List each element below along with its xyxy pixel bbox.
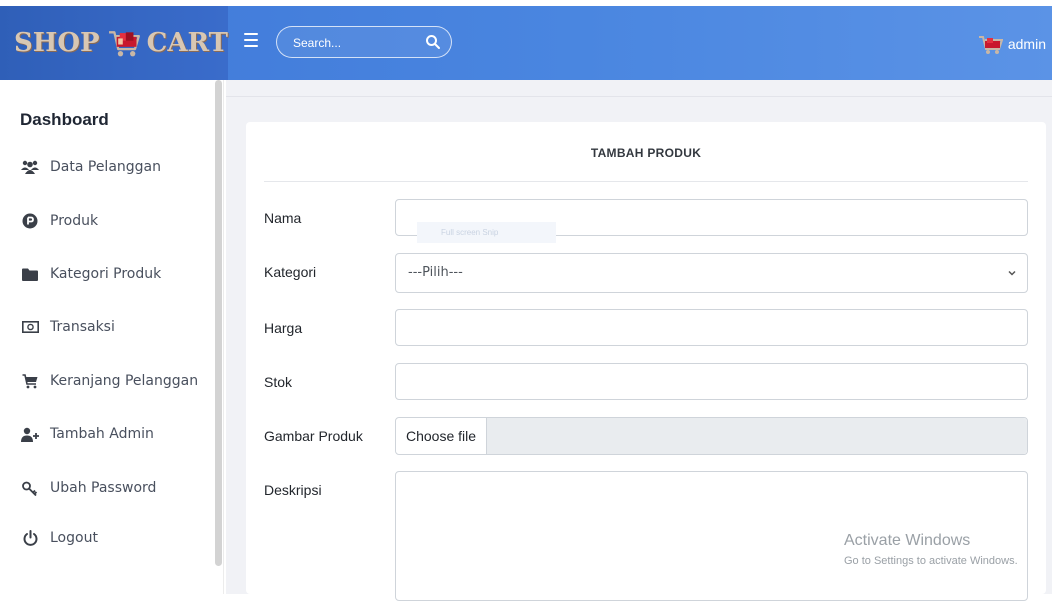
- power-icon: [20, 529, 40, 547]
- sidebar-item-label: Ubah Password: [50, 480, 157, 496]
- menu-toggle-icon[interactable]: [244, 33, 258, 47]
- search-input[interactable]: [293, 33, 403, 53]
- sidebar-item-logout[interactable]: Logout: [20, 526, 98, 550]
- sidebar-item-produk[interactable]: Produk: [20, 209, 98, 233]
- file-name-display: [487, 418, 1027, 454]
- sidebar-item-kategori-produk[interactable]: Kategori Produk: [20, 262, 161, 286]
- kategori-select[interactable]: ---Pilih---: [395, 253, 1028, 293]
- brand-text-right: CART: [146, 28, 228, 58]
- harga-input[interactable]: [395, 309, 1028, 346]
- activate-windows-title: Activate Windows: [844, 532, 971, 549]
- form-title-divider: [264, 181, 1028, 182]
- sidebar-item-label: Transaksi: [50, 319, 115, 335]
- sidebar-item-tambah-admin[interactable]: Tambah Admin: [20, 422, 154, 446]
- folder-icon: [20, 265, 40, 283]
- sidebar-item-data-pelanggan[interactable]: Data Pelanggan: [20, 155, 161, 179]
- sidebar-item-transaksi[interactable]: Transaksi: [20, 315, 115, 339]
- top-navbar: SHOP CART admin: [0, 6, 1052, 80]
- user-menu[interactable]: admin: [977, 32, 1046, 56]
- cart-icon: [20, 372, 40, 390]
- stok-input[interactable]: [395, 363, 1028, 400]
- choose-file-button[interactable]: Choose file: [396, 418, 487, 454]
- key-icon: [20, 479, 40, 497]
- label-stok: Stok: [264, 374, 293, 390]
- sidebar-title: Dashboard: [20, 110, 109, 129]
- chevron-down-icon: [1008, 270, 1016, 276]
- fullscreen-snip-hint: Full screen Snip: [417, 222, 556, 243]
- search-icon[interactable]: [425, 34, 441, 50]
- form-title: TAMBAH PRODUK: [590, 146, 702, 160]
- money-icon: [20, 318, 40, 336]
- brand-logo[interactable]: SHOP CART: [0, 6, 228, 80]
- sidebar-item-ubah-password[interactable]: Ubah Password: [20, 476, 156, 500]
- sidebar-item-keranjang-pelanggan[interactable]: Keranjang Pelanggan: [20, 369, 198, 393]
- sidebar-item-label: Produk: [50, 213, 99, 229]
- label-deskripsi: Deskripsi: [264, 482, 322, 498]
- sidebar-item-label: Keranjang Pelanggan: [50, 373, 199, 389]
- label-nama: Nama: [264, 210, 302, 226]
- gambar-file-input[interactable]: Choose file: [395, 417, 1028, 455]
- label-gambar-produk: Gambar Produk: [264, 428, 363, 444]
- sidebar-item-label: Logout: [50, 530, 98, 546]
- product-p-icon: [20, 212, 40, 230]
- activate-windows-subtitle: Go to Settings to activate Windows.: [844, 555, 1018, 567]
- sidebar-item-label: Tambah Admin: [50, 426, 154, 442]
- label-kategori: Kategori: [264, 264, 317, 280]
- sidebar-item-label: Data Pelanggan: [50, 159, 162, 175]
- content-divider: [226, 96, 1052, 97]
- sidebar-item-label: Kategori Produk: [50, 266, 162, 282]
- user-avatar-icon: [978, 36, 1003, 54]
- kategori-selected-value: ---Pilih---: [408, 265, 463, 280]
- cart-logo-icon: [108, 31, 140, 57]
- users-icon: [20, 158, 40, 176]
- brand-text-left: SHOP: [14, 28, 100, 58]
- label-harga: Harga: [264, 320, 303, 336]
- user-plus-icon: [20, 425, 40, 443]
- search-box[interactable]: [276, 26, 452, 58]
- user-name: admin: [1007, 36, 1046, 52]
- sidebar-scrollbar[interactable]: [215, 80, 222, 566]
